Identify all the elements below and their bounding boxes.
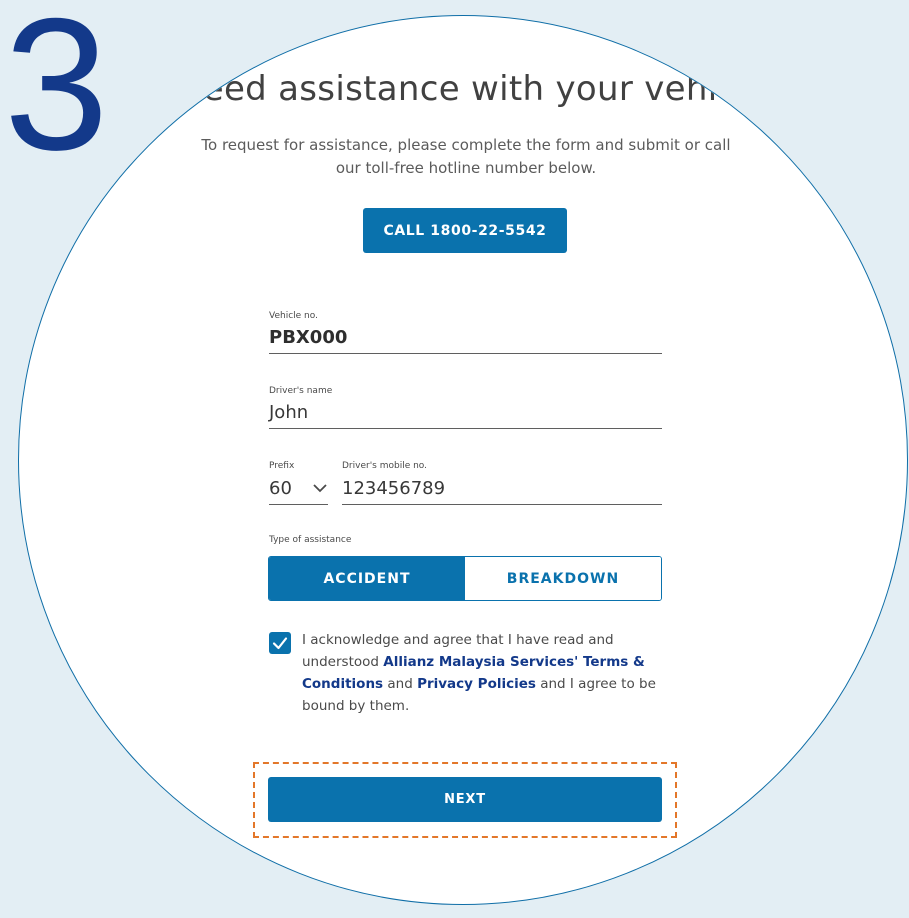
zoom-circle: Need assistance with your vehicle? To re… xyxy=(18,15,908,905)
mobile-field[interactable]: Driver's mobile no. 123456789 xyxy=(342,461,662,505)
assistance-toggle: ACCIDENT BREAKDOWN xyxy=(268,556,662,601)
checkmark-icon xyxy=(272,637,288,650)
privacy-link[interactable]: Privacy Policies xyxy=(417,676,536,692)
mobile-label: Driver's mobile no. xyxy=(342,461,428,471)
next-button[interactable]: NEXT xyxy=(268,777,662,822)
driver-name-label: Driver's name xyxy=(269,386,333,396)
consent-text-2: and xyxy=(383,676,418,692)
page-subtitle: To request for assistance, please comple… xyxy=(201,136,731,177)
assistance-type-label: Type of assistance xyxy=(269,535,352,545)
vehicle-label: Vehicle no. xyxy=(269,311,318,321)
prefix-select[interactable]: Prefix 60 xyxy=(269,461,328,505)
page-title: Need assistance with your vehicle? xyxy=(177,69,786,109)
accident-option[interactable]: ACCIDENT xyxy=(269,557,465,600)
breakdown-option[interactable]: BREAKDOWN xyxy=(465,557,661,600)
chevron-down-icon[interactable] xyxy=(312,483,328,493)
consent-checkbox[interactable] xyxy=(269,632,291,654)
form-panel: Need assistance with your vehicle? To re… xyxy=(19,16,907,904)
call-hotline-button[interactable]: CALL 1800-22-5542 xyxy=(363,208,567,253)
vehicle-input[interactable]: PBX000 xyxy=(269,327,347,348)
step-number: 3 xyxy=(4,0,109,189)
mobile-input[interactable]: 123456789 xyxy=(342,478,445,499)
driver-name-field[interactable]: Driver's name John xyxy=(269,386,662,429)
driver-name-input[interactable]: John xyxy=(269,402,308,423)
consent-text: I acknowledge and agree that I have read… xyxy=(302,629,657,717)
vehicle-field[interactable]: Vehicle no. PBX000 xyxy=(269,311,662,354)
prefix-label: Prefix xyxy=(269,461,295,471)
prefix-value[interactable]: 60 xyxy=(269,478,292,499)
